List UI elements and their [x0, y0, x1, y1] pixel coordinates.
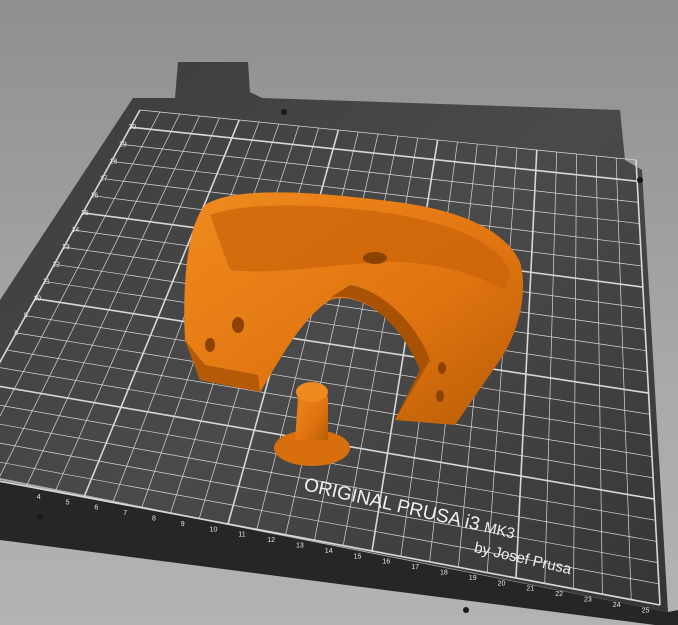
x-axis-label: 24 — [613, 602, 621, 609]
x-axis-label: 6 — [94, 505, 98, 512]
x-axis-label: 8 — [152, 516, 156, 523]
x-axis-label: 17 — [411, 564, 419, 571]
x-axis-label: 21 — [526, 586, 534, 593]
y-axis-label: 8 — [14, 330, 18, 337]
y-axis-label: 17 — [100, 176, 108, 183]
bed-screw-hole — [637, 177, 643, 183]
y-axis-label: 16 — [90, 193, 98, 200]
x-axis-label: 9 — [181, 521, 185, 528]
y-axis-label: 11 — [43, 278, 50, 285]
x-axis-label: 11 — [238, 532, 245, 539]
y-axis-label: 19 — [119, 141, 127, 148]
y-axis-label: 9 — [24, 313, 28, 320]
y-axis-label: 18 — [109, 158, 117, 165]
bed-screw-hole — [463, 607, 469, 613]
x-axis-label: 4 — [37, 494, 41, 501]
y-axis-label: 20 — [128, 124, 136, 131]
x-axis-label: 16 — [382, 559, 390, 566]
x-axis-label: 25 — [642, 607, 650, 614]
x-axis-label: 23 — [584, 597, 592, 604]
x-axis-label: 5 — [66, 499, 70, 506]
bed-screw-hole — [37, 514, 43, 520]
scene: 4 5 6 7 8 9 10 11 12 13 14 15 16 17 18 19 20 21 22 23 24 25 8… — [0, 62, 678, 625]
x-axis-label: 14 — [325, 548, 333, 555]
x-axis-label: 15 — [354, 553, 362, 560]
bed-screw-hole — [281, 109, 287, 115]
x-axis-label: 19 — [469, 575, 477, 582]
x-axis-label: 20 — [498, 580, 506, 587]
y-axis-label: 13 — [62, 244, 70, 251]
y-axis-label: 14 — [71, 227, 79, 234]
x-axis-label: 22 — [555, 591, 563, 598]
x-axis-label: 7 — [123, 510, 127, 517]
y-axis-label: 12 — [52, 261, 60, 268]
x-axis-label: 18 — [440, 570, 448, 577]
x-axis-label: 13 — [296, 543, 304, 550]
x-axis-label: 10 — [210, 526, 218, 533]
x-axis-label: 12 — [267, 537, 275, 544]
3d-viewport[interactable]: 4 5 6 7 8 9 10 11 12 13 14 15 16 17 18 19 20 21 22 23 24 25 8… — [0, 0, 678, 625]
y-axis-label: 15 — [81, 210, 89, 217]
y-axis-label: 10 — [33, 296, 41, 303]
